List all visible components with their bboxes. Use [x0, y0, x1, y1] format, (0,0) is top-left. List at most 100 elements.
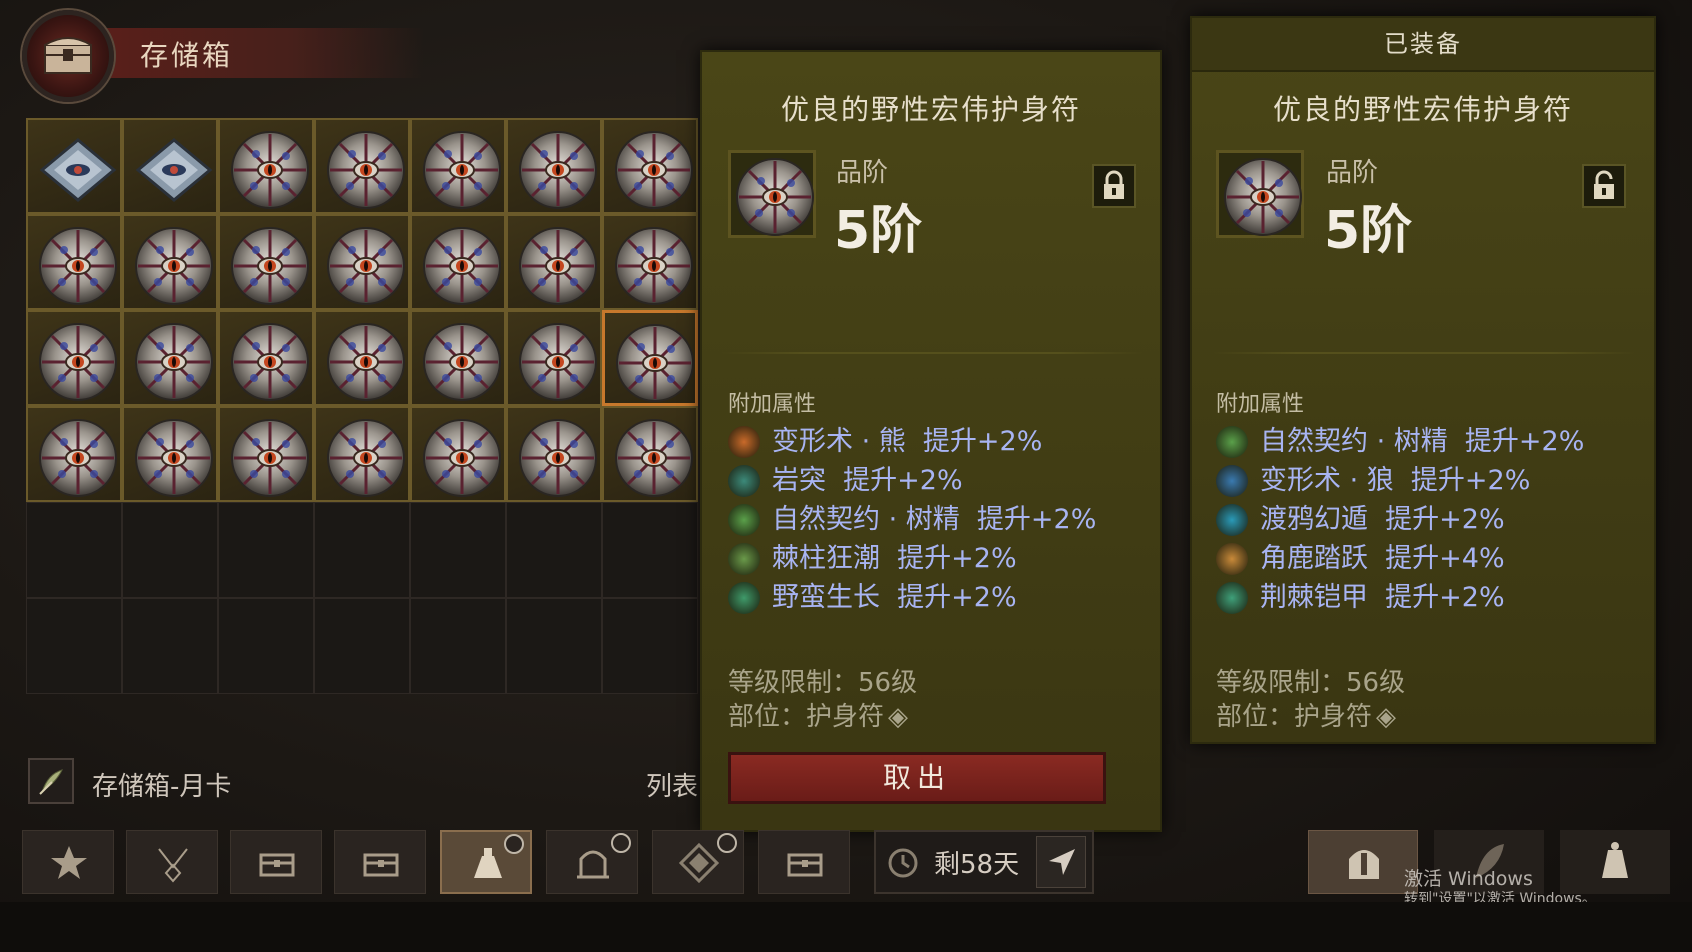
clock-badge-icon	[504, 834, 524, 854]
storage-slot-item[interactable]	[122, 310, 218, 406]
send-button[interactable]	[1036, 836, 1086, 888]
storage-slot-item[interactable]	[122, 118, 218, 214]
storage-slot-empty[interactable]	[506, 598, 602, 694]
storage-slot-empty[interactable]	[218, 502, 314, 598]
storage-slot-item[interactable]	[602, 214, 698, 310]
amulet-icon	[420, 128, 504, 212]
amulet-icon	[132, 320, 216, 404]
money-bag-icon	[1602, 842, 1628, 878]
storage-slot-item[interactable]	[506, 214, 602, 310]
stag-leap-icon	[1216, 543, 1248, 575]
affix-text: 自然契约 · 树精 提升+2%	[772, 502, 1096, 538]
storage-slot-empty[interactable]	[602, 598, 698, 694]
affix-value: 提升+2%	[922, 426, 1043, 457]
storage-slot-item[interactable]	[218, 214, 314, 310]
lock-icon[interactable]	[1092, 164, 1136, 208]
storage-slot-item[interactable]	[218, 118, 314, 214]
storage-slot-empty[interactable]	[26, 502, 122, 598]
amulet-icon	[516, 320, 600, 404]
tab-necklace[interactable]	[126, 830, 218, 894]
storage-slot-empty[interactable]	[26, 598, 122, 694]
storage-slot-item[interactable]	[314, 118, 410, 214]
storage-slot-item[interactable]	[410, 118, 506, 214]
amulet-icon	[324, 128, 408, 212]
send-arrow-icon	[1049, 849, 1075, 875]
amulet-icon	[132, 416, 216, 500]
storage-slot-empty[interactable]	[122, 502, 218, 598]
tab-potion[interactable]	[440, 830, 532, 894]
affix-text: 变形术 · 熊 提升+2%	[772, 424, 1042, 460]
storage-slot-item[interactable]	[410, 214, 506, 310]
amulet-icon	[420, 224, 504, 308]
storage-slot-item[interactable]	[26, 406, 122, 502]
amulet-icon	[1221, 155, 1305, 239]
amulet-icon	[324, 224, 408, 308]
amulet-icon	[733, 155, 817, 239]
affix-text: 荆棘铠甲 提升+2%	[1260, 580, 1505, 616]
storage-slot-item[interactable]	[506, 118, 602, 214]
storage-slot-item[interactable]	[218, 310, 314, 406]
bottom-strip	[0, 902, 1692, 952]
storage-slot-item[interactable]	[218, 406, 314, 502]
storage-slot-item[interactable]	[122, 214, 218, 310]
storage-header: 存储箱	[18, 6, 438, 102]
affix-text: 自然契约 · 树精 提升+2%	[1260, 424, 1584, 460]
storage-slot-empty[interactable]	[410, 598, 506, 694]
tab-storage-2[interactable]	[334, 830, 426, 894]
storage-slot-empty[interactable]	[314, 598, 410, 694]
storage-slot-empty[interactable]	[410, 502, 506, 598]
tab-compass[interactable]	[652, 830, 744, 894]
list-view-button[interactable]: 列表	[646, 766, 698, 803]
equipped-label: 已装备	[1192, 18, 1654, 72]
storage-slot-empty[interactable]	[314, 502, 410, 598]
storage-slot-empty[interactable]	[602, 502, 698, 598]
amulet-icon	[228, 416, 312, 500]
rename-button[interactable]	[28, 758, 74, 804]
unlock-icon[interactable]	[1582, 164, 1626, 208]
chest-icon	[259, 853, 295, 877]
affix-text: 野蛮生长 提升+2%	[772, 580, 1017, 616]
tab-storage-3[interactable]	[758, 830, 850, 894]
chest-icon	[22, 10, 114, 102]
tab-shrine[interactable]	[546, 830, 638, 894]
clock-badge-icon	[611, 833, 631, 853]
tier-label: 品阶	[836, 158, 889, 188]
affix-value: 提升+2%	[897, 582, 1017, 613]
affix-name: 变形术 · 狼	[1260, 465, 1394, 496]
tab-currency[interactable]	[1560, 830, 1670, 894]
storage-slot-item[interactable]	[314, 406, 410, 502]
amulet-slot-icon: ◈	[888, 702, 909, 732]
amulet-icon	[132, 224, 216, 308]
storage-slot-empty[interactable]	[506, 502, 602, 598]
storage-slot-item[interactable]	[26, 118, 122, 214]
item-icon-frame	[1216, 150, 1304, 238]
affix-text: 岩突 提升+2%	[772, 463, 963, 499]
raven-icon	[1216, 504, 1248, 536]
amulet-icon	[36, 320, 120, 404]
take-out-button[interactable]: 取出	[728, 752, 1106, 804]
storage-slot-item[interactable]	[410, 310, 506, 406]
nature-pact-icon	[728, 504, 760, 536]
amulet-icon	[516, 128, 600, 212]
storage-slot-item[interactable]	[314, 214, 410, 310]
affix-value: 提升+2%	[1464, 426, 1585, 457]
storage-slot-item[interactable]	[122, 406, 218, 502]
storage-slot-item[interactable]	[602, 310, 698, 406]
tab-storage-1[interactable]	[230, 830, 322, 894]
tab-equipment[interactable]	[1308, 830, 1418, 894]
storage-slot-item[interactable]	[602, 118, 698, 214]
storage-slot-item[interactable]	[506, 406, 602, 502]
storage-slot-item[interactable]	[602, 406, 698, 502]
storage-slot-empty[interactable]	[122, 598, 218, 694]
storage-slot-item[interactable]	[26, 214, 122, 310]
clock-icon	[888, 848, 918, 878]
tab-favorites[interactable]	[22, 830, 114, 894]
bear-claw-icon	[728, 426, 760, 458]
storage-slot-item[interactable]	[506, 310, 602, 406]
storage-slot-item[interactable]	[26, 310, 122, 406]
amulet-icon	[612, 416, 696, 500]
storage-slot-item[interactable]	[314, 310, 410, 406]
amulet-icon	[228, 320, 312, 404]
storage-slot-empty[interactable]	[218, 598, 314, 694]
storage-slot-item[interactable]	[410, 406, 506, 502]
